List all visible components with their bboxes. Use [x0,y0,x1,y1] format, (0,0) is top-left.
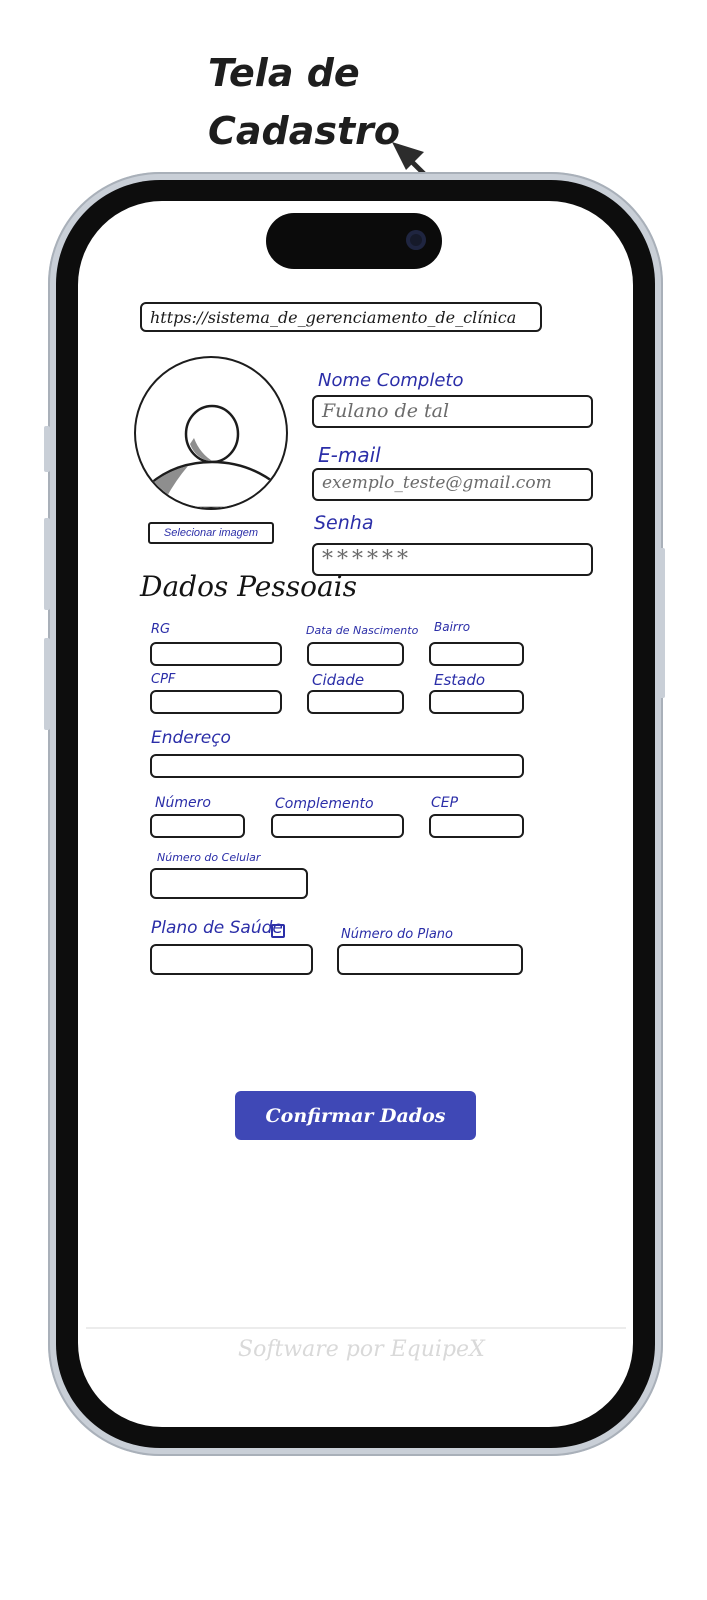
url-bar[interactable]: https://sistema_de_gerenciamento_de_clín… [140,302,542,332]
name-label: Nome Completo [318,370,464,391]
name-value: Fulano de tal [322,400,450,422]
select-image-button[interactable]: Selecionar imagem [148,522,274,544]
estado-field[interactable] [429,690,524,714]
user-avatar-icon [148,404,278,508]
cidade-field[interactable] [307,690,404,714]
bairro-label: Bairro [434,620,471,634]
avatar[interactable] [134,356,288,510]
cpf-label: CPF [151,672,176,687]
endereco-label: Endereço [151,728,231,748]
estado-label: Estado [434,671,486,689]
celular-label: Número do Celular [157,851,261,864]
numero-label: Número [155,795,211,811]
email-label: E-mail [318,443,381,467]
annotation-title: Tela de Cadastro [208,51,401,153]
select-image-label: Selecionar imagem [163,527,259,539]
plano-checkbox[interactable] [271,924,285,938]
numero-plano-field[interactable] [337,944,523,975]
cidade-label: Cidade [312,671,365,689]
phone-button-left-1 [44,426,50,472]
cpf-field[interactable] [150,690,282,714]
numero-field[interactable] [150,814,245,838]
plano-label: Plano de Saúde [151,918,283,938]
camera-icon [406,230,426,250]
phone-button-right [659,548,665,698]
password-label: Senha [314,512,374,534]
phone-button-left-3 [44,638,50,730]
endereco-field[interactable] [150,754,524,778]
confirm-button[interactable]: Confirmar Dados [235,1091,476,1140]
phone-button-left-2 [44,518,50,610]
name-field[interactable]: Fulano de tal [312,395,593,428]
birth-label: Data de Nascimento [306,624,419,637]
birth-field[interactable] [307,642,404,666]
section-title-personal: Dados Pessoais [140,570,357,603]
confirm-button-label: Confirmar Dados [265,1104,446,1127]
rg-field[interactable] [150,642,282,666]
cep-label: CEP [431,795,459,811]
password-value: ****** [322,547,412,572]
email-value: exemplo_teste@gmail.com [322,473,552,493]
footer-divider [86,1327,626,1329]
footer-credit: Software por EquipeX [238,1337,485,1362]
rg-label: RG [151,622,171,637]
cep-field[interactable] [429,814,524,838]
complemento-field[interactable] [271,814,404,838]
url-text: https://sistema_de_gerenciamento_de_clín… [150,307,517,327]
celular-field[interactable] [150,868,308,899]
plano-field[interactable] [150,944,313,975]
bairro-field[interactable] [429,642,524,666]
email-field[interactable]: exemplo_teste@gmail.com [312,468,593,501]
complemento-label: Complemento [275,796,374,812]
numero-plano-label: Número do Plano [341,927,454,942]
